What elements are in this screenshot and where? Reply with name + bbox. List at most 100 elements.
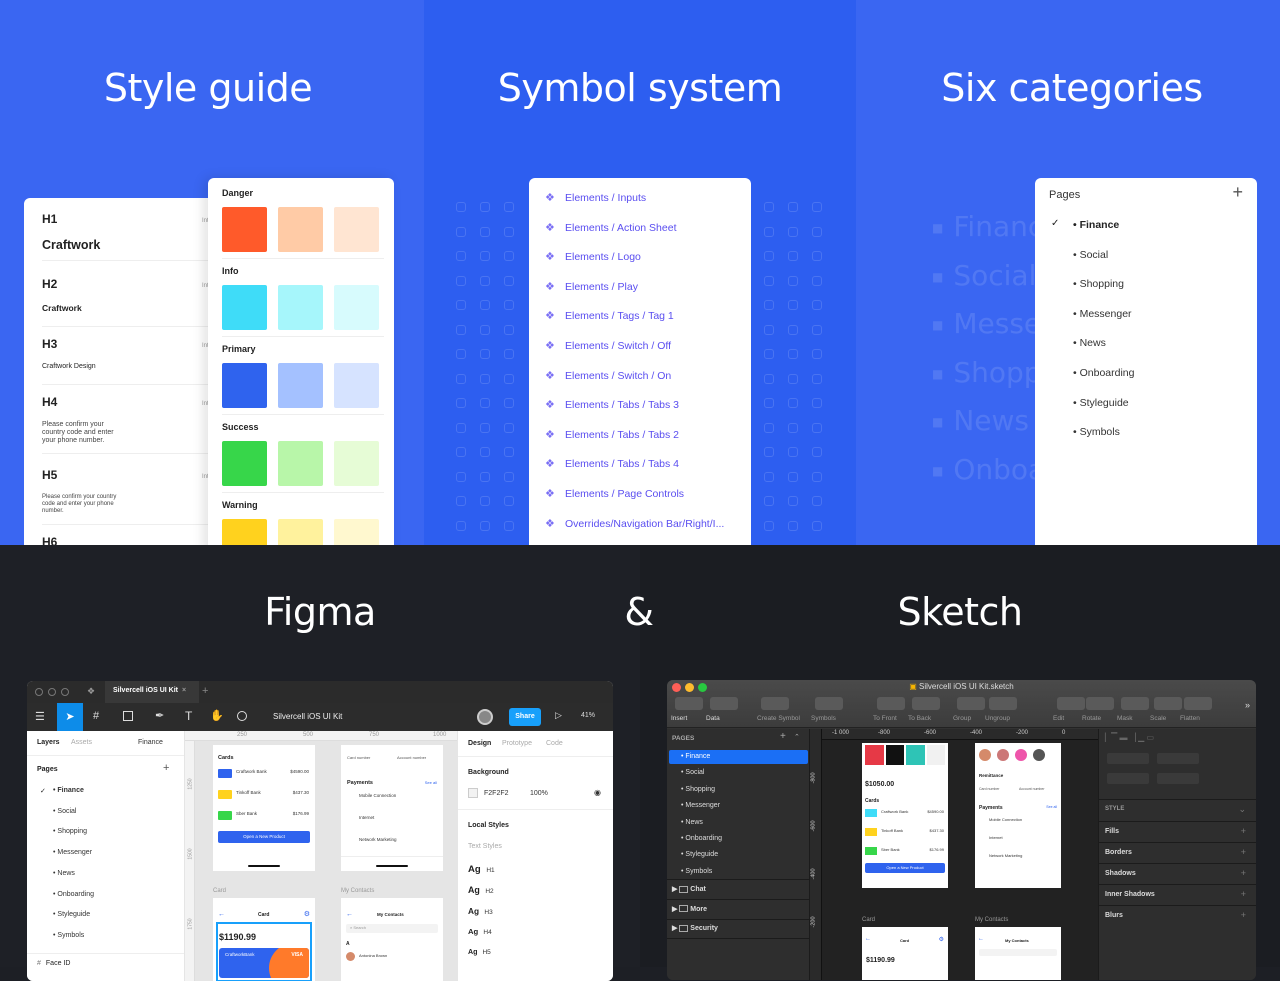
move-tool[interactable]: ➤ [57, 703, 83, 731]
text-style-item[interactable]: Ag H5 [468, 948, 491, 956]
sketch-page-item[interactable]: • Onboarding [681, 835, 722, 842]
sketch-page-item[interactable]: • Finance [681, 753, 710, 760]
text-style-item[interactable]: Ag H2 [468, 885, 494, 895]
symbol-item[interactable]: ❖ Elements / Switch / On [545, 370, 671, 382]
disclosure-icon[interactable]: ▶ [672, 906, 677, 913]
symbol-item[interactable]: ❖ Elements / Tabs / Tabs 3 [545, 399, 679, 411]
frame-label[interactable]: My Contacts [341, 888, 374, 894]
sketch-page-item[interactable]: • Styleguide [681, 851, 718, 858]
align-tools[interactable]: ▏▔ ▬ ▕ ▁ ▭ [1105, 733, 1154, 742]
toolbar-button[interactable] [957, 697, 985, 710]
figma-page-item[interactable]: • Shopping [53, 828, 87, 835]
symbol-item[interactable]: ❖ Elements / Inputs [545, 192, 646, 204]
text-style-item[interactable]: Ag H3 [468, 906, 493, 916]
payment-row[interactable]: Internet [359, 815, 374, 820]
cards-screen[interactable]: Cards Craftwork Bank $4590.00 Tinkoff Ba… [213, 745, 315, 871]
settings-icon[interactable]: ⚙ [304, 910, 310, 918]
sketch-page-item[interactable]: • Social [681, 769, 704, 776]
figma-page-item[interactable]: • Onboarding [53, 891, 94, 898]
toolbar-button[interactable] [1154, 697, 1182, 710]
back-arrow-icon[interactable]: ← [346, 911, 353, 918]
close-tab-icon[interactable]: × [182, 687, 186, 694]
design-tab[interactable]: Design [468, 740, 491, 747]
menu-icon[interactable]: ☰ [35, 710, 45, 723]
text-tool-icon[interactable]: T [185, 709, 192, 723]
toolbar-button[interactable] [710, 697, 738, 710]
toolbar-button[interactable] [1086, 697, 1114, 710]
page-item[interactable]: • Symbols [1073, 426, 1120, 438]
y-field[interactable] [1157, 753, 1199, 764]
figma-page-item[interactable]: • Finance [53, 787, 84, 794]
chevron-down-icon[interactable]: ⌄ [1238, 804, 1246, 815]
back-arrow-icon[interactable]: ← [978, 936, 984, 942]
page-item[interactable]: • Shopping [1073, 278, 1124, 290]
figma-page-item[interactable]: • News [53, 870, 75, 877]
document-title[interactable]: ▣ Silvercell iOS UI Kit.sketch [667, 682, 1256, 691]
inspector-section[interactable]: Shadows + [1099, 863, 1256, 883]
page-item[interactable]: • Onboarding [1073, 367, 1134, 379]
toolbar-button[interactable] [1057, 697, 1085, 710]
toolbar-button[interactable] [675, 697, 703, 710]
comment-tool-icon[interactable] [237, 711, 247, 721]
text-style-item[interactable]: Ag H4 [468, 927, 492, 936]
collapse-icon[interactable]: ⌃ [794, 733, 800, 741]
x-field[interactable] [1107, 753, 1149, 764]
symbol-item[interactable]: ❖ Elements / Tabs / Tabs 4 [545, 458, 679, 470]
layer-group[interactable]: ▶ Chat [672, 885, 706, 893]
finance-screen[interactable]: $1050.00 Cards Craftwork Bank $4590.00 T… [862, 743, 948, 888]
add-icon[interactable]: + [1241, 847, 1246, 857]
search-input[interactable] [979, 949, 1057, 956]
eye-icon[interactable]: ◉ [594, 788, 601, 797]
frame-label[interactable]: My Contacts [975, 917, 1008, 923]
sketch-page-item[interactable]: • Shopping [681, 786, 715, 793]
add-icon[interactable]: + [1241, 910, 1246, 920]
new-tab-icon[interactable]: + [202, 685, 208, 697]
disclosure-icon[interactable]: ▶ [672, 886, 677, 893]
payments-screen[interactable]: Remittance Card number Account number Pa… [975, 743, 1061, 888]
layer-group[interactable]: ▶ More [672, 905, 707, 913]
present-icon[interactable]: ▷ [555, 710, 562, 721]
document-title[interactable]: Silvercell iOS UI Kit [273, 712, 342, 721]
text-style-item[interactable]: Ag H1 [468, 864, 495, 875]
back-arrow-icon[interactable]: ← [218, 911, 225, 918]
symbol-item[interactable]: ❖ Elements / Action Sheet [545, 222, 676, 234]
symbol-item[interactable]: ❖ Elements / Logo [545, 251, 641, 263]
sketch-page-item[interactable]: • Symbols [681, 868, 712, 875]
add-page-icon[interactable]: + [163, 762, 169, 774]
sketch-page-item[interactable]: • News [681, 819, 703, 826]
sketch-page-item[interactable]: • Messenger [681, 802, 720, 809]
symbol-item[interactable]: ❖ Overrides/Navigation Bar/Right/I... [545, 518, 724, 530]
disclosure-icon[interactable]: ▶ [672, 925, 677, 932]
file-tab[interactable]: Silvercell iOS UI Kit × [105, 681, 199, 703]
contacts-screen[interactable]: ← My Contacts ⌕ Search A Antonina Brown [341, 898, 443, 981]
inspector-section[interactable]: Blurs + [1099, 905, 1256, 925]
inspector-section[interactable]: STYLE ⌄ [1099, 799, 1256, 819]
payment-row[interactable]: Mobile Connection [989, 817, 1022, 822]
figma-page-item[interactable]: • Symbols [53, 932, 84, 939]
inspector-section[interactable]: Fills + [1099, 821, 1256, 841]
add-page-button[interactable]: + [1232, 182, 1243, 203]
frame-label[interactable]: Card [213, 888, 226, 894]
h-field[interactable] [1157, 773, 1199, 784]
code-tab[interactable]: Code [546, 740, 563, 747]
contacts-screen[interactable]: ← My Contacts [975, 927, 1061, 980]
symbol-item[interactable]: ❖ Elements / Switch / Off [545, 340, 671, 352]
zoom-level[interactable]: 41% [581, 712, 595, 719]
toolbar-button[interactable] [989, 697, 1017, 710]
see-all-link[interactable]: See all [1046, 805, 1057, 809]
inspector-section[interactable]: Borders + [1099, 842, 1256, 862]
assets-tab[interactable]: Assets [71, 739, 92, 746]
page-item[interactable]: • News [1073, 337, 1106, 349]
layers-tab[interactable]: Layers [37, 739, 60, 746]
symbol-item[interactable]: ❖ Elements / Play [545, 281, 638, 293]
card-screen[interactable]: ← Card ⚙ $1190.99 [862, 927, 948, 980]
add-icon[interactable]: + [1241, 826, 1246, 836]
page-item[interactable]: • Messenger [1073, 308, 1132, 320]
bg-opacity-value[interactable]: 100% [530, 790, 548, 797]
toolbar-button[interactable] [1184, 697, 1212, 710]
page-item[interactable]: • Finance [1073, 219, 1119, 231]
inspector-section[interactable]: Inner Shadows + [1099, 884, 1256, 904]
open-product-button[interactable]: Open a New Product [865, 863, 945, 873]
window-zoom-button[interactable] [61, 688, 69, 696]
layer-group[interactable]: ▶ Security [672, 924, 718, 932]
